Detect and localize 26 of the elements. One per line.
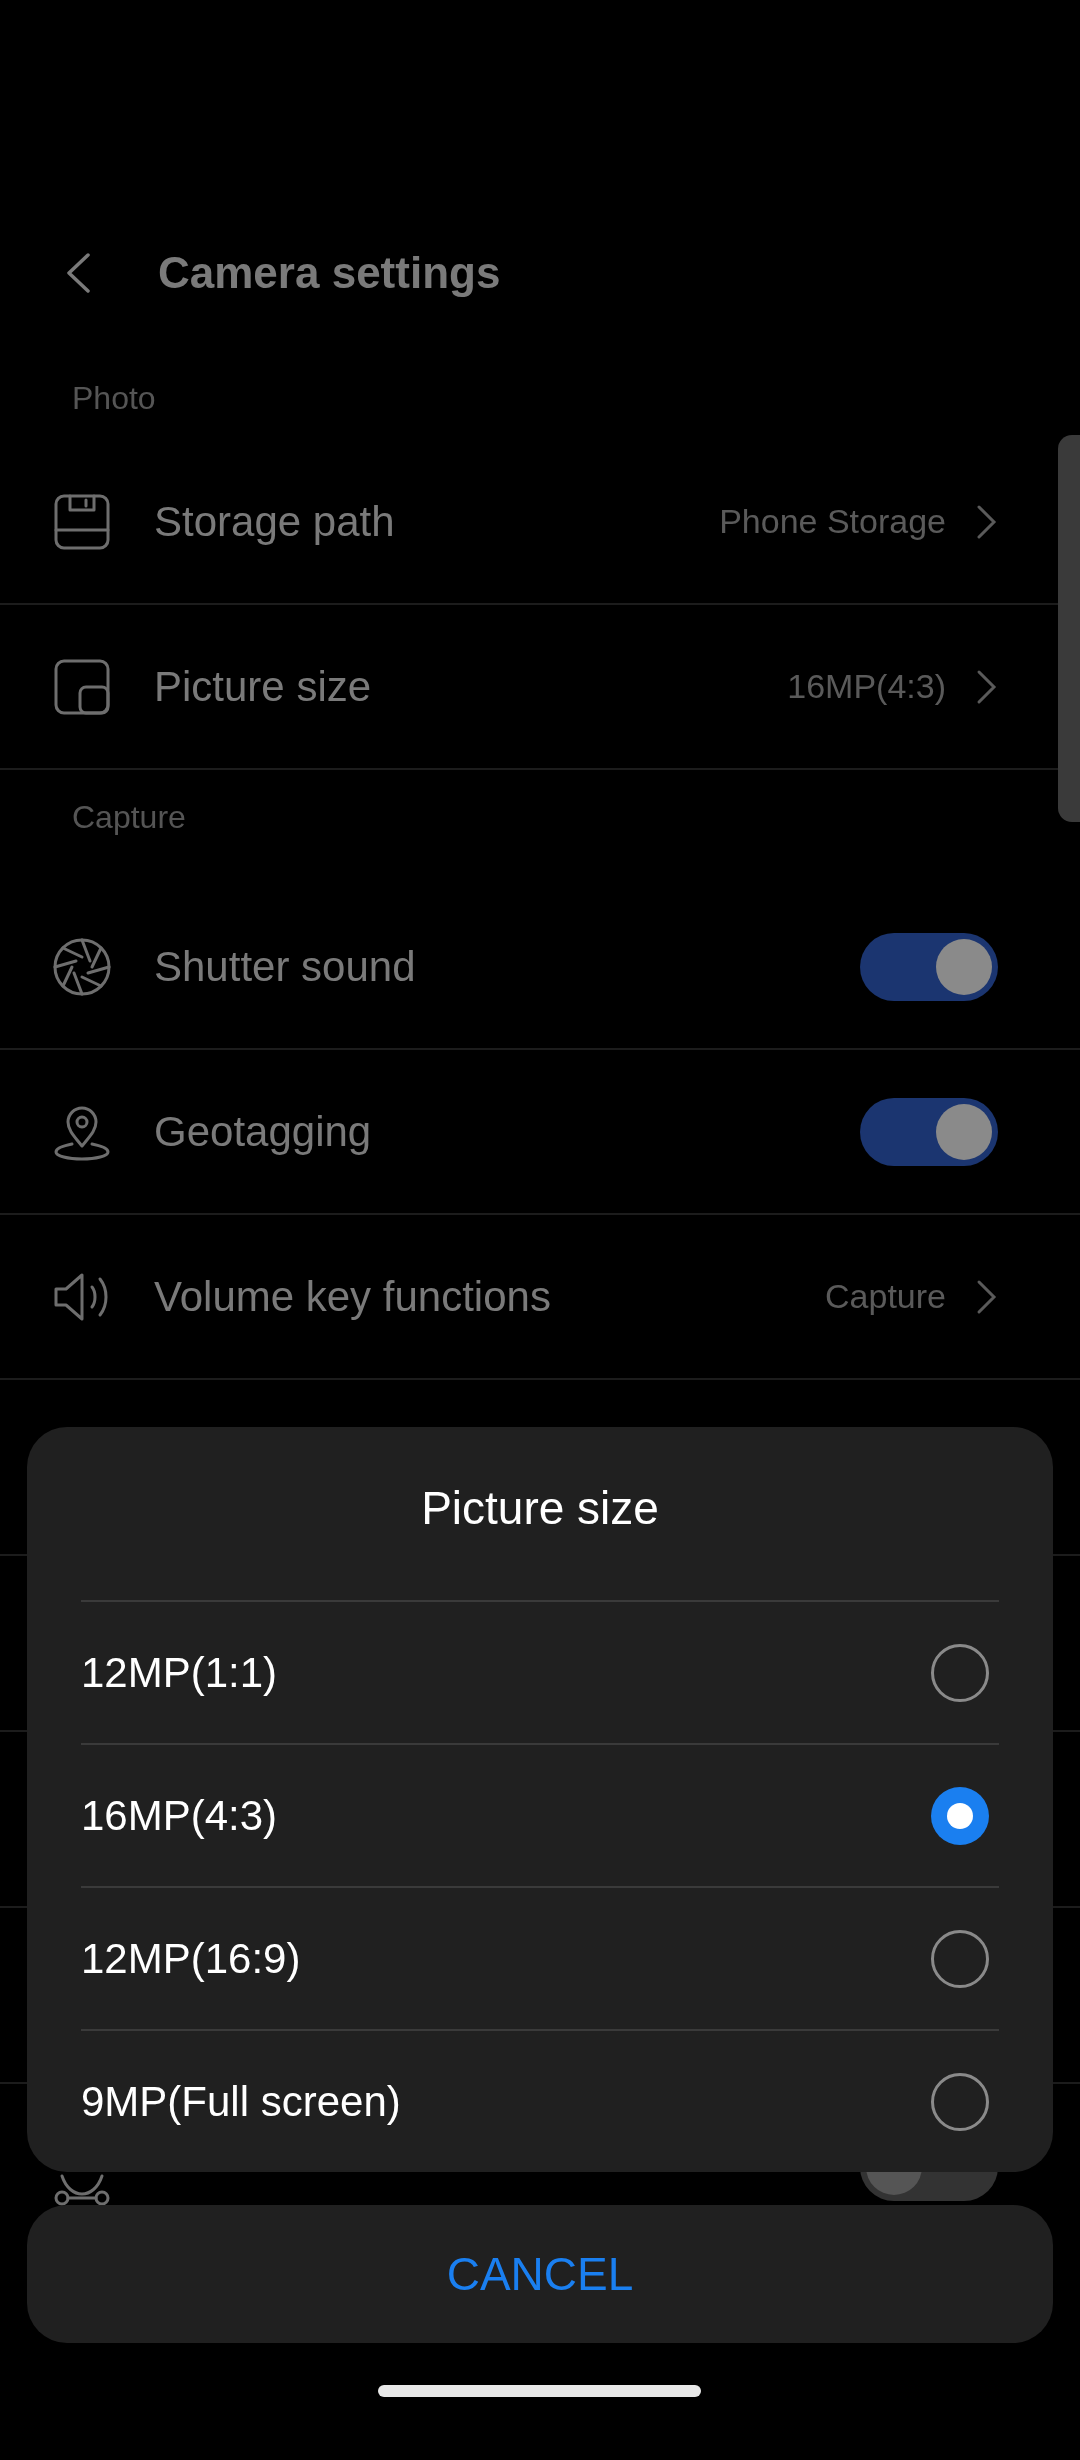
setting-label[interactable]: Geotagging	[154, 1100, 860, 1163]
setting-value: Phone Storage	[719, 501, 946, 542]
page-title: Camera settings	[158, 247, 501, 299]
chevron-right-icon	[976, 503, 998, 540]
setting-value: Capture	[825, 1276, 946, 1317]
chevron-right-icon	[976, 668, 998, 705]
size-option[interactable]: 12MP(16:9)	[81, 1927, 931, 1990]
size-option[interactable]: 16MP(4:3)	[81, 1784, 931, 1847]
setting-label[interactable]: Storage path	[154, 490, 720, 553]
setting-value: 16MP(4:3)	[787, 666, 946, 707]
size-option[interactable]: 9MP(Full screen)	[81, 2070, 931, 2133]
cancel-button[interactable]: CANCEL	[27, 2205, 1053, 2343]
aperture-icon	[52, 936, 112, 997]
radio-button[interactable]	[931, 1643, 989, 1702]
dialog-title: Picture size	[421, 1481, 659, 1536]
radio-button[interactable]	[931, 1929, 989, 1988]
setting-label[interactable]: Shutter sound	[154, 935, 860, 998]
section-header: Photo	[72, 380, 156, 416]
section-header: Capture	[72, 799, 186, 835]
radio-button[interactable]	[931, 2072, 989, 2131]
size-option[interactable]: 12MP(1:1)	[81, 1641, 931, 1704]
chevron-right-icon	[976, 1278, 998, 1315]
setting-label[interactable]: Picture size	[154, 655, 788, 718]
radio-button[interactable]	[931, 1786, 989, 1845]
back-icon[interactable]	[64, 252, 92, 294]
setting-label[interactable]: Volume key functions	[154, 1265, 826, 1328]
